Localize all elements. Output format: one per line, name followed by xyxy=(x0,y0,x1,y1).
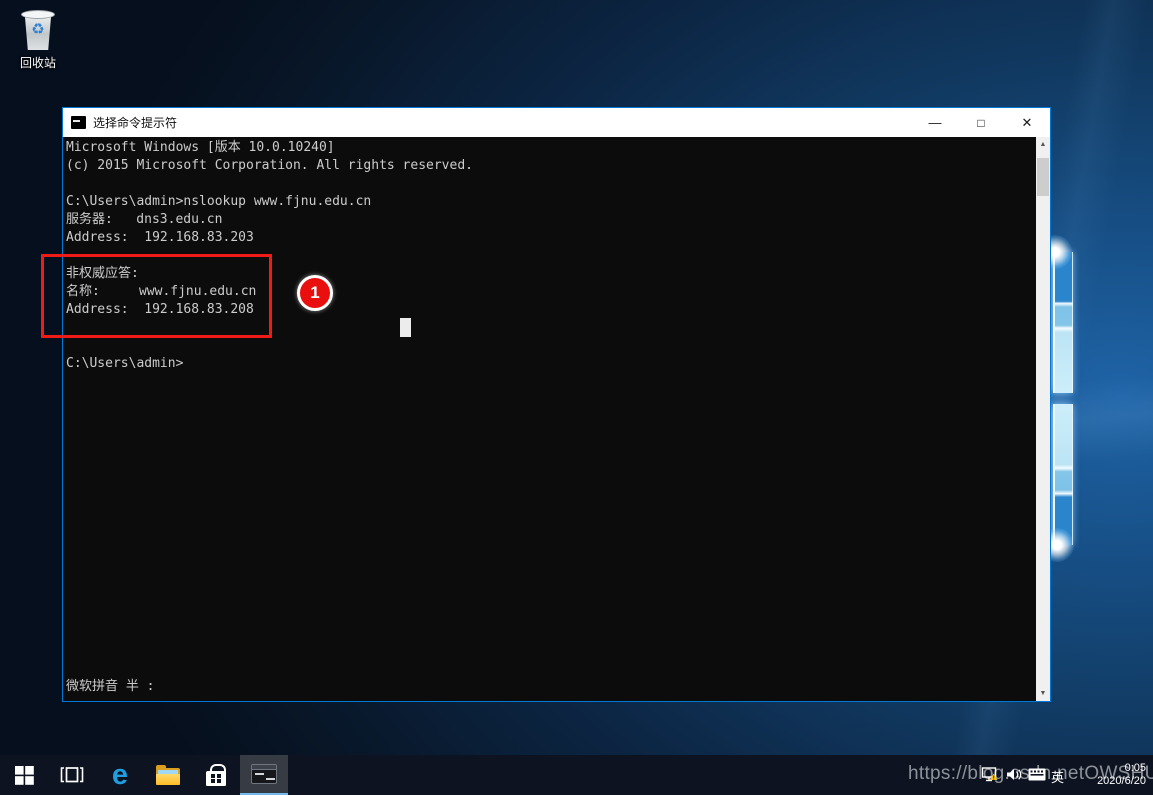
terminal-line: 服务器: dns3.edu.cn xyxy=(66,211,1034,229)
maximize-button[interactable]: □ xyxy=(958,108,1004,137)
volume-button[interactable] xyxy=(1006,768,1022,786)
ime-status-line: 微软拼音 半 : xyxy=(66,678,154,696)
network-status-button[interactable] xyxy=(981,767,1000,787)
keyboard-icon xyxy=(1028,768,1046,781)
speaker-icon xyxy=(1006,768,1022,781)
terminal-line: C:\Users\admin> xyxy=(66,355,1034,373)
recycle-arrows-icon: ♻ xyxy=(21,22,55,37)
recycle-bin-shortcut[interactable]: ♻ 回收站 xyxy=(10,6,66,71)
desktop-screen: ♻ 回收站 选择命令提示符 — □ ✕ Microsoft Windows [版… xyxy=(0,0,1153,795)
taskbar: e https://blog.csdn.netOWSHUT xyxy=(0,755,1153,795)
ime-language-indicator[interactable]: 英 xyxy=(1051,767,1064,786)
minimize-button[interactable]: — xyxy=(912,108,958,137)
terminal-line: Microsoft Windows [版本 10.0.10240] xyxy=(66,139,1034,157)
cmd-window-icon xyxy=(71,116,86,129)
scroll-up-icon[interactable]: ▲ xyxy=(1036,137,1050,152)
window-title: 选择命令提示符 xyxy=(93,114,177,131)
command-prompt-window: 选择命令提示符 — □ ✕ Microsoft Windows [版本 10.0… xyxy=(62,107,1051,702)
windows-logo-icon xyxy=(15,766,34,785)
edge-icon: e xyxy=(112,761,128,790)
window-titlebar[interactable]: 选择命令提示符 — □ ✕ xyxy=(63,108,1050,137)
touch-keyboard-button[interactable] xyxy=(1028,768,1046,786)
terminal-screen[interactable]: Microsoft Windows [版本 10.0.10240] (c) 20… xyxy=(63,137,1050,701)
edge-browser-button[interactable]: e xyxy=(96,755,144,795)
start-button[interactable] xyxy=(0,755,48,795)
clock-date: 2020/6/20 xyxy=(1080,775,1146,788)
terminal-line xyxy=(66,337,1034,355)
terminal-line: (c) 2015 Microsoft Corporation. All righ… xyxy=(66,157,1034,175)
annotation-step-badge: 1 xyxy=(297,275,333,311)
clock[interactable]: 0:05 2020/6/20 xyxy=(1080,762,1146,788)
cmd-icon xyxy=(251,764,277,784)
scrollbar-thumb[interactable] xyxy=(1037,158,1049,196)
terminal-scrollbar[interactable]: ▲ ▼ xyxy=(1036,137,1050,701)
terminal-line xyxy=(66,175,1034,193)
terminal-line: C:\Users\admin>nslookup www.fjnu.edu.cn xyxy=(66,193,1034,211)
store-icon xyxy=(206,771,226,786)
terminal-line: Address: 192.168.83.203 xyxy=(66,229,1034,247)
windows-logo-pane-bottom xyxy=(1053,404,1073,545)
recycle-bin-label: 回收站 xyxy=(10,54,66,71)
command-prompt-taskbar-button[interactable] xyxy=(240,755,288,795)
file-explorer-icon xyxy=(156,766,180,785)
task-view-button[interactable] xyxy=(48,755,96,795)
window-controls: — □ ✕ xyxy=(912,108,1050,137)
scroll-down-icon[interactable]: ▼ xyxy=(1036,686,1050,701)
task-view-icon xyxy=(60,767,84,783)
recycle-bin-icon: ♻ xyxy=(21,10,55,52)
clock-time: 0:05 xyxy=(1080,762,1146,775)
store-button[interactable] xyxy=(192,755,240,795)
terminal-cursor xyxy=(400,318,411,337)
windows-logo-pane-top xyxy=(1053,252,1073,393)
file-explorer-button[interactable] xyxy=(144,755,192,795)
annotation-highlight-box xyxy=(41,254,272,338)
close-button[interactable]: ✕ xyxy=(1004,108,1050,137)
network-warning-icon xyxy=(981,767,1000,782)
